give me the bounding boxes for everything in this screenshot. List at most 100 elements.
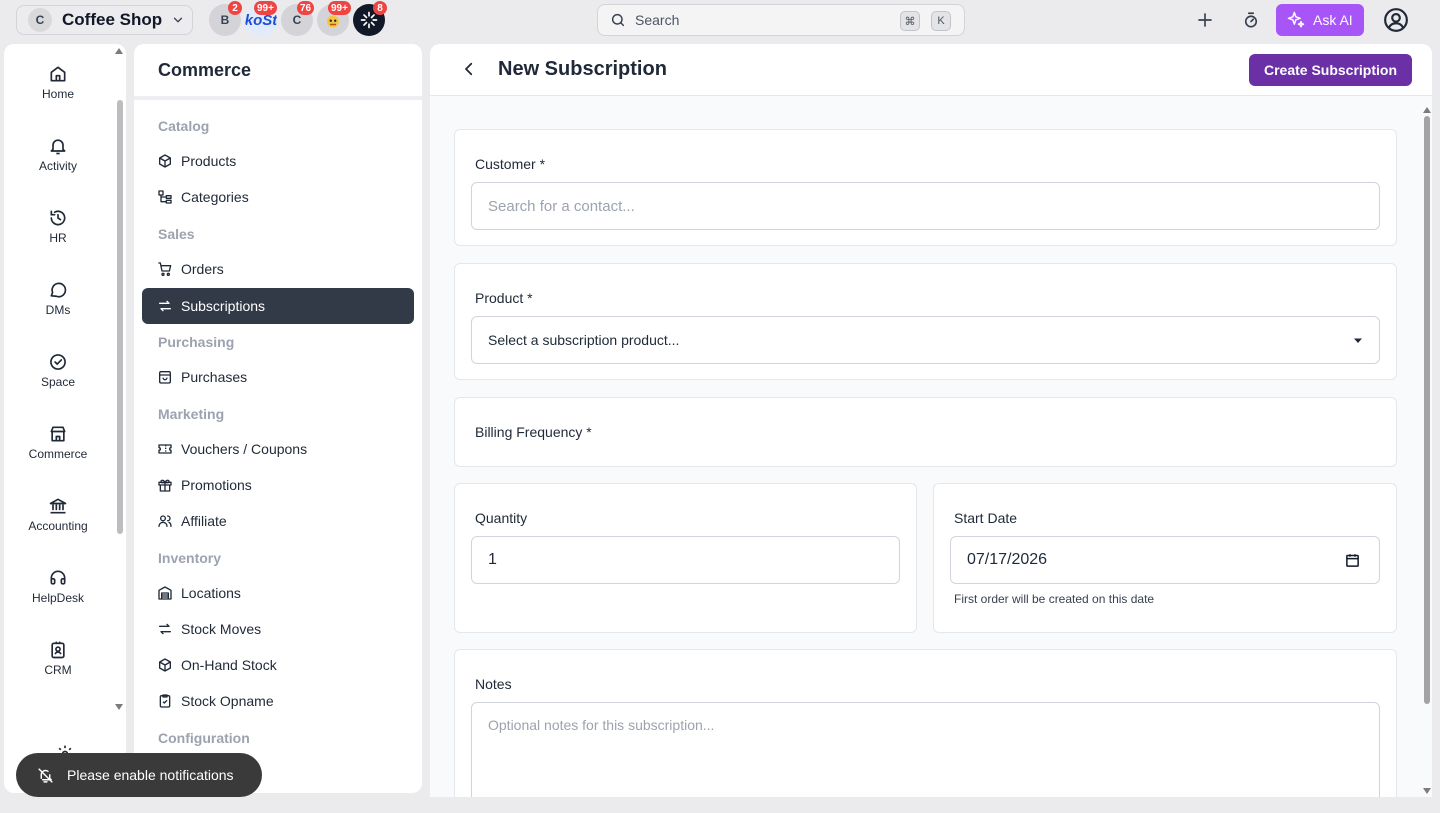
- section-marketing: Marketing: [158, 406, 225, 422]
- rail-item-activity[interactable]: Activity: [4, 136, 112, 192]
- shortcut-key-cmd: ⌘: [900, 11, 920, 31]
- notes-card: Notes Optional notes for this subscripti…: [454, 649, 1397, 797]
- rail-item-space[interactable]: Space: [4, 352, 112, 408]
- gift-icon: [158, 479, 172, 492]
- home-icon: [50, 66, 66, 82]
- nav-item-stock-moves[interactable]: Stock Moves: [142, 611, 414, 647]
- rail-label: Accounting: [28, 519, 88, 533]
- start-date-value: 07/17/2026: [967, 551, 1048, 568]
- nav-item-affiliate[interactable]: Affiliate: [142, 503, 414, 539]
- panel-divider: [134, 96, 422, 100]
- toast-message: Please enable notifications: [67, 767, 234, 783]
- nav-item-categories[interactable]: Categories: [142, 179, 414, 215]
- warehouse-icon: [158, 586, 172, 600]
- nav-item-stock-opname[interactable]: Stock Opname: [142, 683, 414, 719]
- nav-item-purchases[interactable]: Purchases: [142, 359, 414, 395]
- notification-toast[interactable]: Please enable notifications: [16, 753, 262, 797]
- nav-label: Purchases: [181, 369, 248, 385]
- rail-item-helpdesk[interactable]: HelpDesk: [4, 568, 112, 624]
- rail-label: CRM: [44, 663, 72, 677]
- notification-badge: 8: [373, 1, 387, 15]
- rail-item-home[interactable]: Home: [4, 64, 112, 120]
- section-purchasing: Purchasing: [158, 334, 235, 350]
- nav-item-orders[interactable]: Orders: [142, 251, 414, 287]
- nav-label: Promotions: [181, 477, 252, 493]
- nav-item-on-hand-stock[interactable]: On-Hand Stock: [142, 647, 414, 683]
- bell-icon: [50, 139, 66, 155]
- top-bar: C Coffee Shop B 2 koSt 99+ C 76 99+ 8 Se…: [0, 0, 1440, 40]
- clipboard-check-icon: [159, 694, 171, 708]
- customer-label: Customer *: [475, 156, 546, 172]
- app-chip-label: C: [292, 13, 302, 27]
- workspace-switcher[interactable]: C Coffee Shop: [16, 5, 193, 35]
- product-select-value: Select a subscription product...: [488, 332, 680, 348]
- panel-title: Commerce: [158, 60, 252, 80]
- nav-item-locations[interactable]: Locations: [142, 575, 414, 611]
- billing-frequency-label: Billing Frequency *: [475, 424, 592, 440]
- timer-icon[interactable]: [1242, 11, 1260, 29]
- rail-item-commerce[interactable]: Commerce: [4, 424, 112, 480]
- rail-item-dms[interactable]: DMs: [4, 280, 112, 336]
- section-sales: Sales: [158, 226, 195, 242]
- product-card: Product * Select a subscription product.…: [454, 263, 1397, 380]
- section-catalog: Catalog: [158, 118, 210, 134]
- commerce-nav-panel: Commerce Catalog Products Categories Sal…: [134, 44, 422, 793]
- calendar-icon[interactable]: [1345, 553, 1360, 568]
- main-scrollbar[interactable]: [1424, 116, 1430, 704]
- box-icon: [159, 154, 171, 168]
- scroll-down-arrow-icon[interactable]: [1423, 788, 1431, 794]
- rail-item-hr[interactable]: HR: [4, 208, 112, 264]
- section-configuration: Configuration: [158, 730, 250, 746]
- rail-label: HR: [49, 231, 67, 245]
- scroll-down-arrow-icon[interactable]: [115, 704, 123, 710]
- customer-card: Customer * Search for a contact...: [454, 129, 1397, 246]
- back-arrow-icon[interactable]: [460, 60, 478, 78]
- rail-label: HelpDesk: [31, 591, 85, 605]
- workspace-name: Coffee Shop: [62, 10, 163, 29]
- nav-item-subscriptions[interactable]: Subscriptions: [142, 288, 414, 324]
- nav-label: Affiliate: [181, 513, 227, 529]
- chevron-down-icon: [173, 17, 183, 23]
- notification-badge: 99+: [328, 1, 351, 15]
- create-subscription-button[interactable]: Create Subscription: [1249, 54, 1412, 86]
- box-icon: [159, 658, 171, 672]
- customer-search-input[interactable]: Search for a contact...: [471, 182, 1380, 230]
- nav-item-products[interactable]: Products: [142, 143, 414, 179]
- ask-ai-button[interactable]: Ask AI: [1276, 4, 1364, 36]
- rail-label: Home: [41, 87, 74, 101]
- notes-textarea[interactable]: Optional notes for this subscription...: [471, 702, 1380, 797]
- product-label: Product *: [475, 290, 533, 306]
- user-avatar-icon[interactable]: [1383, 7, 1409, 33]
- start-date-input[interactable]: 07/17/2026: [950, 536, 1380, 584]
- rail-scrollbar[interactable]: [117, 100, 123, 534]
- check-circle-icon: [50, 354, 66, 370]
- store-icon: [50, 426, 66, 442]
- sparkles-icon: [1287, 11, 1305, 28]
- rail-item-accounting[interactable]: Accounting: [4, 496, 112, 552]
- app-chip-label: B: [220, 13, 230, 27]
- start-date-label: Start Date: [954, 510, 1018, 526]
- scroll-up-arrow-icon[interactable]: [1423, 107, 1431, 113]
- product-select[interactable]: Select a subscription product...: [471, 316, 1380, 364]
- notification-badge: 99+: [254, 1, 277, 15]
- quantity-label: Quantity: [475, 510, 528, 526]
- rail-label: DMs: [45, 303, 71, 317]
- rail-label: Space: [40, 375, 76, 389]
- nav-label: Vouchers / Coupons: [181, 441, 308, 457]
- ask-ai-label: Ask AI: [1313, 12, 1353, 28]
- nav-item-promotions[interactable]: Promotions: [142, 467, 414, 503]
- nav-label: On-Hand Stock: [181, 657, 277, 673]
- global-search[interactable]: Search ⌘ K: [597, 4, 965, 36]
- scroll-up-arrow-icon[interactable]: [115, 48, 123, 54]
- billing-frequency-card: Billing Frequency *: [454, 397, 1397, 467]
- rail-item-crm[interactable]: CRM: [4, 640, 112, 696]
- start-date-card: Start Date 07/17/2026 First order will b…: [933, 483, 1397, 633]
- nav-label: Orders: [181, 261, 224, 277]
- nav-item-vouchers[interactable]: Vouchers / Coupons: [142, 431, 414, 467]
- plus-icon[interactable]: [1196, 11, 1214, 29]
- search-placeholder: Search: [635, 12, 680, 28]
- quantity-input[interactable]: 1: [471, 536, 900, 584]
- nav-label: Stock Opname: [181, 693, 274, 709]
- nav-label: Products: [181, 153, 237, 169]
- start-date-hint: First order will be created on this date: [954, 592, 1155, 606]
